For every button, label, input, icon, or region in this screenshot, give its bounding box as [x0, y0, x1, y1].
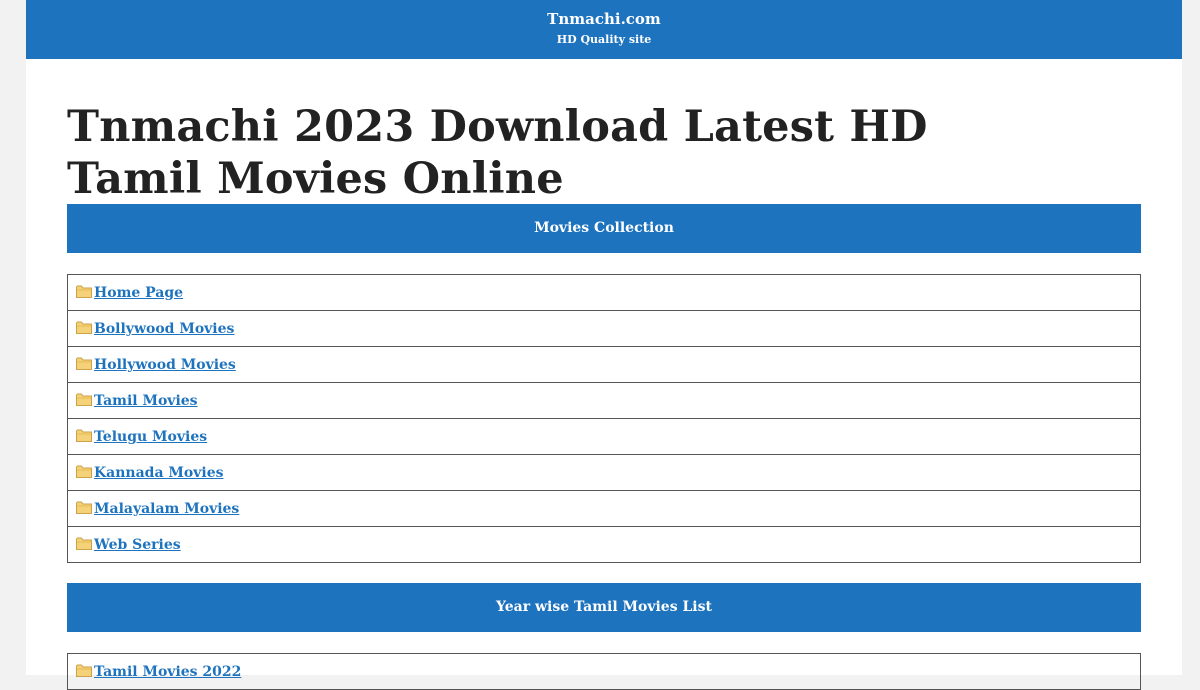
folder-icon — [76, 285, 92, 298]
folder-icon — [76, 357, 92, 370]
section-heading-year-wise-list: Year wise Tamil Movies List — [67, 583, 1141, 632]
list-item[interactable]: Kannada Movies — [68, 455, 1140, 491]
list-item[interactable]: Tamil Movies 2022 — [68, 654, 1140, 689]
site-tagline: HD Quality site — [556, 33, 652, 46]
link-hollywood-movies[interactable]: Hollywood Movies — [94, 356, 236, 374]
list-item[interactable]: Tamil Movies — [68, 383, 1140, 419]
page-title: Tnmachi 2023 Download Latest HD Tamil Mo… — [67, 102, 928, 204]
site-name[interactable]: Tnmachi.com — [26, 10, 1182, 28]
section-heading-movies-collection: Movies Collection — [67, 204, 1141, 253]
folder-icon — [76, 537, 92, 550]
folder-icon — [76, 465, 92, 478]
site-header: Tnmachi.com HD Quality site — [26, 0, 1182, 59]
list-item[interactable]: Web Series — [68, 527, 1140, 562]
link-malayalam-movies[interactable]: Malayalam Movies — [94, 500, 239, 518]
folder-icon — [76, 501, 92, 514]
folder-icon — [76, 393, 92, 406]
link-home-page[interactable]: Home Page — [94, 284, 183, 302]
page-container: Tnmachi.com HD Quality site Tnmachi 2023… — [26, 0, 1182, 690]
list-item[interactable]: Malayalam Movies — [68, 491, 1140, 527]
list-item[interactable]: Bollywood Movies — [68, 311, 1140, 347]
link-tamil-movies[interactable]: Tamil Movies — [94, 392, 198, 410]
folder-icon — [76, 321, 92, 334]
link-kannada-movies[interactable]: Kannada Movies — [94, 464, 223, 482]
folder-icon — [76, 664, 92, 677]
link-bollywood-movies[interactable]: Bollywood Movies — [94, 320, 234, 338]
link-telugu-movies[interactable]: Telugu Movies — [94, 428, 207, 446]
list-item[interactable]: Hollywood Movies — [68, 347, 1140, 383]
list-item[interactable]: Home Page — [68, 275, 1140, 311]
folder-icon — [76, 429, 92, 442]
year-wise-list: Tamil Movies 2022 — [67, 653, 1141, 690]
list-item[interactable]: Telugu Movies — [68, 419, 1140, 455]
movies-collection-list: Home Page Bollywood Movies Hollywood Mov… — [67, 274, 1141, 563]
link-web-series[interactable]: Web Series — [94, 536, 181, 554]
link-tamil-movies-2022[interactable]: Tamil Movies 2022 — [94, 663, 241, 681]
